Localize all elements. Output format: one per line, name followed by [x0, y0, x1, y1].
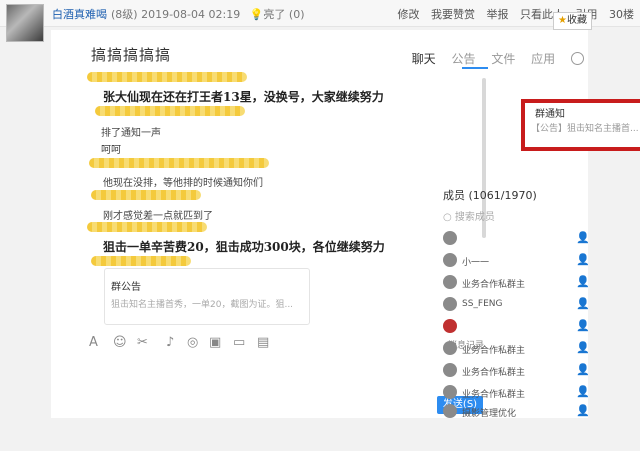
message-text: 呵呵	[101, 145, 121, 156]
user-icon: 👤	[576, 297, 590, 310]
search-icon: ○	[443, 212, 455, 223]
user-icon: 👤	[576, 253, 590, 266]
member-avatar	[443, 404, 457, 418]
microphone-icon[interactable]: ♪	[166, 335, 174, 350]
user-icon: 👤	[576, 341, 590, 354]
group-title: 搞搞搞搞搞	[91, 46, 172, 64]
message-text: 排了通知一声	[101, 128, 161, 139]
input-toolbar: A ☺ ✂ ♪ ◎ ▣ ▭ ▤ 消息记录	[89, 335, 484, 353]
screen-share-icon[interactable]: ▤	[257, 335, 269, 350]
group-notice-panel[interactable]: 群通知 【公告】狙击知名主播首...	[521, 99, 640, 151]
font-icon[interactable]: A	[89, 335, 98, 350]
active-tab-indicator	[462, 67, 488, 69]
image-icon[interactable]: ▣	[209, 335, 221, 350]
redacted-name	[87, 72, 247, 82]
member-search-placeholder: 搜索成员	[454, 212, 495, 223]
author-level: (8级)	[111, 8, 138, 21]
message-text: 他现在没排，等他排的时候通知你们	[103, 178, 263, 189]
announcement-card-title: 群公告	[111, 282, 141, 293]
page-footer	[0, 420, 640, 451]
tab-announcement[interactable]: 公告	[451, 52, 475, 66]
group-notice-desc: 【公告】狙击知名主播首...	[531, 124, 639, 134]
bulb-icon[interactable]: 💡	[250, 8, 264, 21]
member-row[interactable]: 👤	[443, 230, 590, 248]
member-name: 业务合作私群主	[462, 346, 526, 356]
message-text: 狙击一单辛苦费20，狙击成功300块，各位继续努力	[103, 240, 385, 254]
edit-link[interactable]: 修改	[398, 8, 420, 21]
member-row[interactable]: 👤	[443, 318, 590, 336]
chat-messages: 张大仙现在还在打王者13星，没换号，大家继续努力 排了通知一声 呵呵 他现在没排…	[51, 70, 481, 365]
member-avatar	[443, 363, 457, 377]
message-text: 张大仙现在还在打王者13星，没换号，大家继续努力	[103, 90, 384, 104]
member-name: 业务合作私群主	[462, 390, 526, 400]
member-name: SS_FENG	[462, 299, 503, 309]
member-row[interactable]: 业务合作私群主 👤	[443, 340, 590, 358]
member-avatar	[443, 231, 457, 245]
chat-tabs: 聊天 公告 文件 应用	[400, 50, 584, 67]
tab-files[interactable]: 文件	[491, 52, 515, 66]
post-actions: 修改 我要赞赏 举报 只看此人 引用 30楼	[390, 6, 635, 22]
members-count: 成员 (1061/1970)	[443, 189, 537, 202]
member-row[interactable]: 业务合作私群主 👤	[443, 274, 590, 292]
post-meta: 白酒真难喝 (8级) 2019-08-04 02:19 💡亮了 (0)	[52, 6, 305, 22]
more-circle-icon[interactable]	[571, 52, 584, 65]
emoji-icon[interactable]: ☺	[113, 335, 127, 350]
group-notice-title: 群通知	[535, 109, 565, 120]
tab-apps[interactable]: 应用	[531, 52, 555, 66]
member-row[interactable]: 摄影管理优化 👤	[443, 403, 590, 421]
member-row[interactable]: SS_FENG 👤	[443, 296, 590, 314]
user-icon: 👤	[576, 275, 590, 288]
member-avatar	[443, 385, 457, 399]
member-name: 小一一	[462, 258, 490, 268]
floor-number: 30楼	[609, 8, 634, 21]
redacted-name	[95, 106, 245, 116]
scissors-icon[interactable]: ✂	[137, 335, 148, 350]
user-icon: 👤	[576, 231, 590, 244]
member-avatar	[443, 253, 457, 267]
member-avatar	[443, 341, 457, 355]
author-name[interactable]: 白酒真难喝	[52, 8, 107, 21]
author-avatar[interactable]	[6, 4, 44, 42]
member-avatar	[443, 275, 457, 289]
announcement-card-desc: 狙击知名主播首秀，一单20，截图为证。狙...	[111, 300, 294, 310]
redacted-name	[89, 158, 269, 168]
camera-icon[interactable]: ◎	[187, 335, 198, 350]
member-search-input[interactable]: ○ 搜索成员	[443, 208, 495, 223]
announcement-card[interactable]: 群公告 狙击知名主播首秀，一单20，截图为证。狙...	[104, 268, 310, 325]
reward-link[interactable]: 我要赞赏	[431, 8, 475, 21]
redacted-name	[91, 256, 191, 266]
tab-chat[interactable]: 聊天	[412, 52, 436, 66]
folder-icon[interactable]: ▭	[233, 335, 245, 350]
like-count[interactable]: 亮了 (0)	[263, 8, 304, 21]
user-icon: 👤	[576, 385, 590, 398]
redacted-name	[87, 222, 207, 232]
member-name: 业务合作私群主	[462, 280, 526, 290]
message-text: 刚才感觉差一点就匹到了	[103, 211, 213, 222]
member-name: 摄影管理优化	[462, 409, 517, 419]
star-icon: ★	[558, 15, 567, 26]
chat-window: 搞搞搞搞搞 聊天 公告 文件 应用 张大仙现在还在打王者13星，没换号，大家继续…	[51, 30, 640, 418]
member-row[interactable]: 小一一 👤	[443, 252, 590, 270]
redacted-name	[91, 190, 201, 200]
member-avatar	[443, 297, 457, 311]
member-name: 业务合作私群主	[462, 368, 526, 378]
post-timestamp: 2019-08-04 02:19	[141, 8, 241, 21]
member-row[interactable]: 业务合作私群主 👤	[443, 362, 590, 380]
report-link[interactable]: 举报	[487, 8, 509, 21]
favorite-label: 收藏	[567, 15, 587, 26]
member-row[interactable]: 业务合作私群主 👤	[443, 384, 590, 402]
favorite-button[interactable]: ★收藏	[553, 12, 592, 30]
user-icon: 👤	[576, 363, 590, 376]
member-avatar	[443, 319, 457, 333]
user-icon: 👤	[576, 319, 590, 332]
user-icon: 👤	[576, 404, 590, 417]
